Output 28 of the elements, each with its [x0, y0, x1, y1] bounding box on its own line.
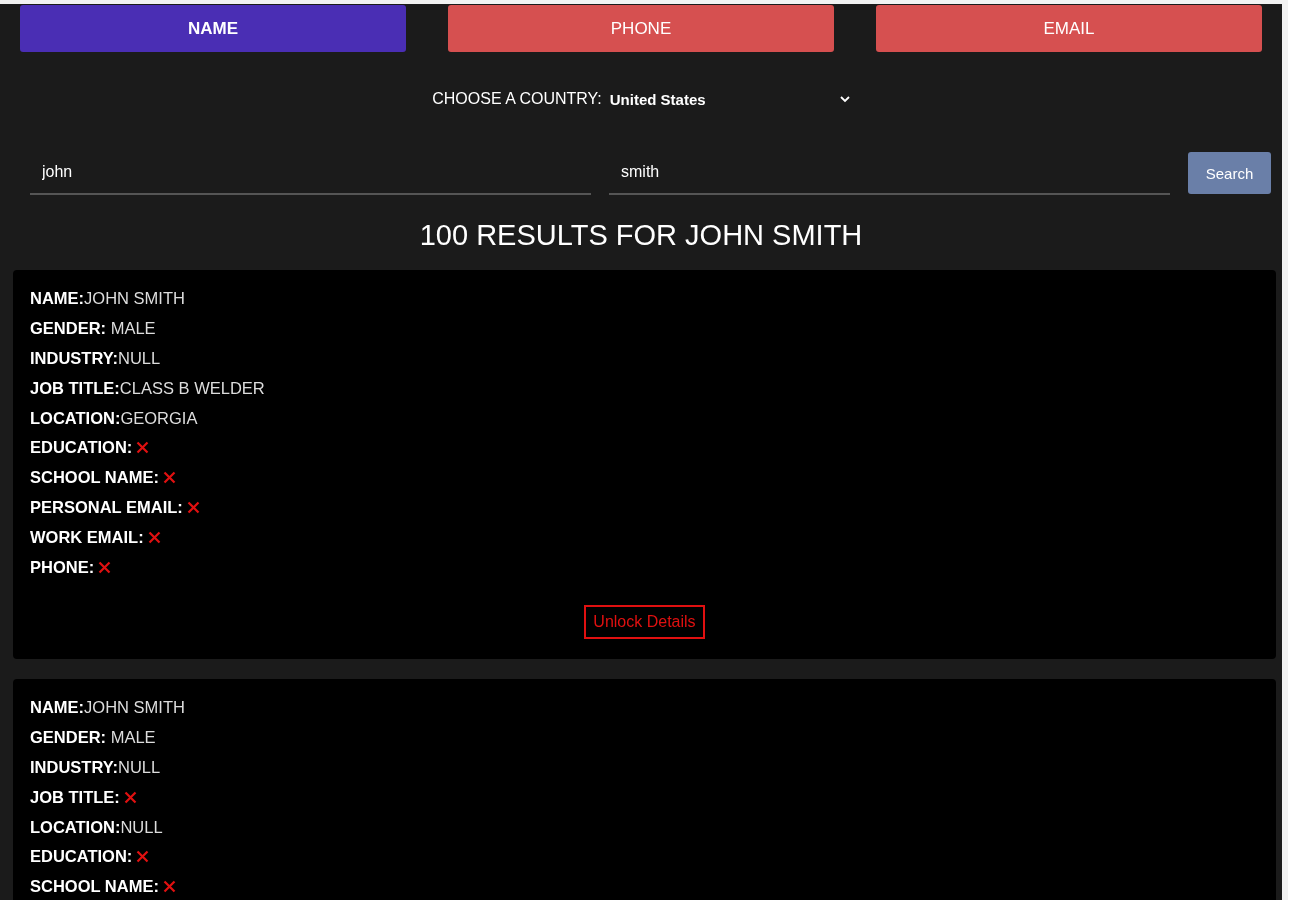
- field-text: EDUCATION:: [30, 847, 133, 867]
- field-text: LOCATION:GEORGIA: [30, 408, 198, 428]
- first-name-field[interactable]: john: [30, 155, 591, 195]
- field-text: INDUSTRY:NULL: [30, 757, 161, 777]
- country-label: CHOOSE A COUNTRY:: [432, 90, 602, 108]
- field-text: GENDER: MALE: [30, 728, 156, 748]
- unlock-details-button[interactable]: Unlock Details: [584, 604, 705, 639]
- field-text: JOB TITLE:CLASS B WELDER: [30, 378, 265, 398]
- field-text: SCHOOL NAME:: [30, 877, 159, 897]
- country-select[interactable]: United States: [609, 90, 850, 108]
- search-mode-tab[interactable]: EMAIL: [876, 5, 1262, 52]
- field-text: GENDER: MALE: [30, 319, 156, 339]
- field-text: PHONE:: [30, 557, 95, 577]
- results-heading: 100 RESULTS FOR JOHN SMITH: [418, 219, 864, 252]
- search-button[interactable]: Search: [1188, 152, 1271, 194]
- chevron-down-icon: [839, 95, 850, 103]
- last-name-field[interactable]: smith: [609, 155, 1170, 195]
- field-text: EDUCATION:: [30, 438, 133, 458]
- field-text: INDUSTRY:NULL: [30, 349, 161, 368]
- field-text: WORK EMAIL:: [30, 527, 144, 547]
- field-text: LOCATION:NULL: [30, 817, 163, 837]
- field-text: SCHOOL NAME:: [30, 468, 159, 488]
- search-mode-tab[interactable]: NAME: [20, 5, 406, 52]
- search-mode-tab[interactable]: PHONE: [448, 5, 834, 52]
- field-text: NAME:JOHN SMITH: [30, 289, 185, 309]
- field-text: PERSONAL EMAIL:: [30, 497, 183, 517]
- field-text: NAME:JOHN SMITH: [30, 698, 185, 718]
- field-text: JOB TITLE:: [30, 787, 120, 807]
